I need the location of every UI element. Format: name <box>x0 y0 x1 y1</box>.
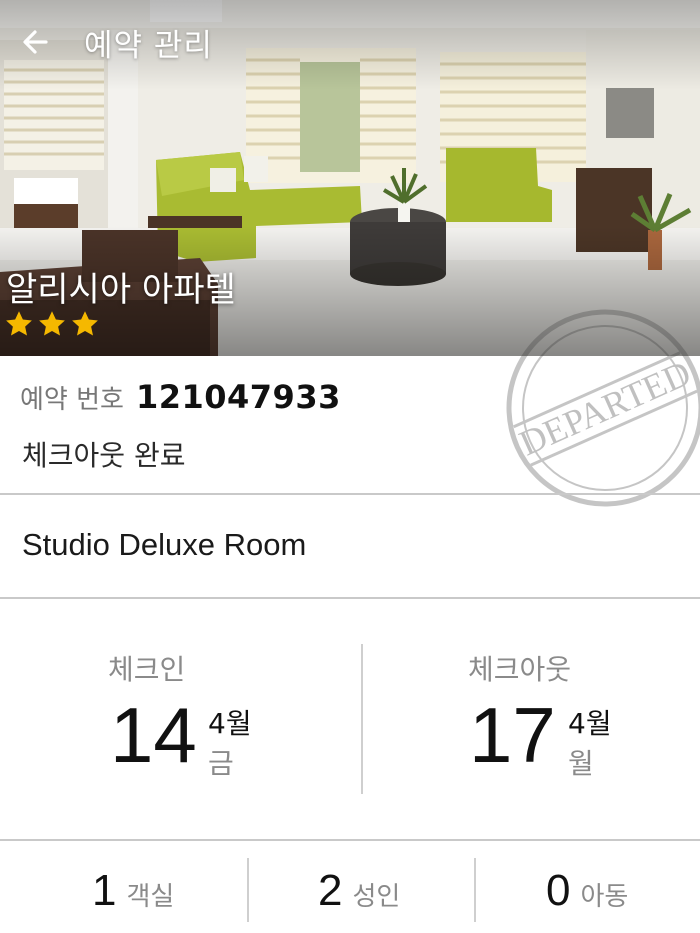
checkin-weekday: 금 <box>208 747 234 780</box>
checkin-day: 14 <box>110 691 197 779</box>
back-button[interactable] <box>0 12 70 72</box>
adults-count: 2 성인 <box>318 866 400 922</box>
rooms-count-label: 객실 <box>126 882 175 912</box>
checkin-date: 체크인 14 4월 금 <box>0 640 350 800</box>
page-title: 예약 관리 <box>84 27 213 64</box>
hotel-name: 알리시아 아파텔 <box>6 270 236 310</box>
rooms-count-value: 1 <box>92 866 117 915</box>
arrow-left-icon <box>23 30 48 54</box>
reservation-number-row: 예약 번호 121047933 <box>20 378 341 416</box>
checkout-day: 17 <box>469 691 556 779</box>
reservation-info: 예약 번호 121047933 체크아웃 완료 <box>0 356 700 494</box>
reservation-number: 121047933 <box>135 378 341 416</box>
rooms-count: 1 객실 <box>92 866 174 922</box>
guest-divider <box>474 858 476 922</box>
checkin-month: 4월 <box>208 707 252 740</box>
children-count-label: 아동 <box>580 882 629 912</box>
app-bar: 예약 관리 <box>0 12 700 72</box>
star-icon <box>72 311 98 336</box>
children-count-value: 0 <box>546 866 571 915</box>
divider <box>0 839 700 841</box>
divider <box>0 493 700 495</box>
reservation-number-label: 예약 번호 <box>20 385 124 415</box>
star-icon <box>39 311 65 336</box>
star-icon <box>6 311 32 336</box>
room-type: Studio Deluxe Room <box>22 527 307 562</box>
star-rating <box>4 309 100 339</box>
guest-divider <box>247 858 249 922</box>
checkout-date: 체크아웃 17 4월 월 <box>362 640 700 800</box>
checkout-label: 체크아웃 <box>468 653 572 686</box>
checkin-label: 체크인 <box>108 653 186 686</box>
divider <box>0 597 700 599</box>
checkout-weekday: 월 <box>568 747 594 780</box>
reservation-status: 체크아웃 완료 <box>22 439 186 472</box>
children-count: 0 아동 <box>546 866 628 922</box>
hotel-hero-image: 예약 관리 알리시아 아파텔 <box>0 0 700 356</box>
adults-count-label: 성인 <box>352 882 401 912</box>
checkout-month: 4월 <box>568 707 612 740</box>
adults-count-value: 2 <box>318 866 343 915</box>
